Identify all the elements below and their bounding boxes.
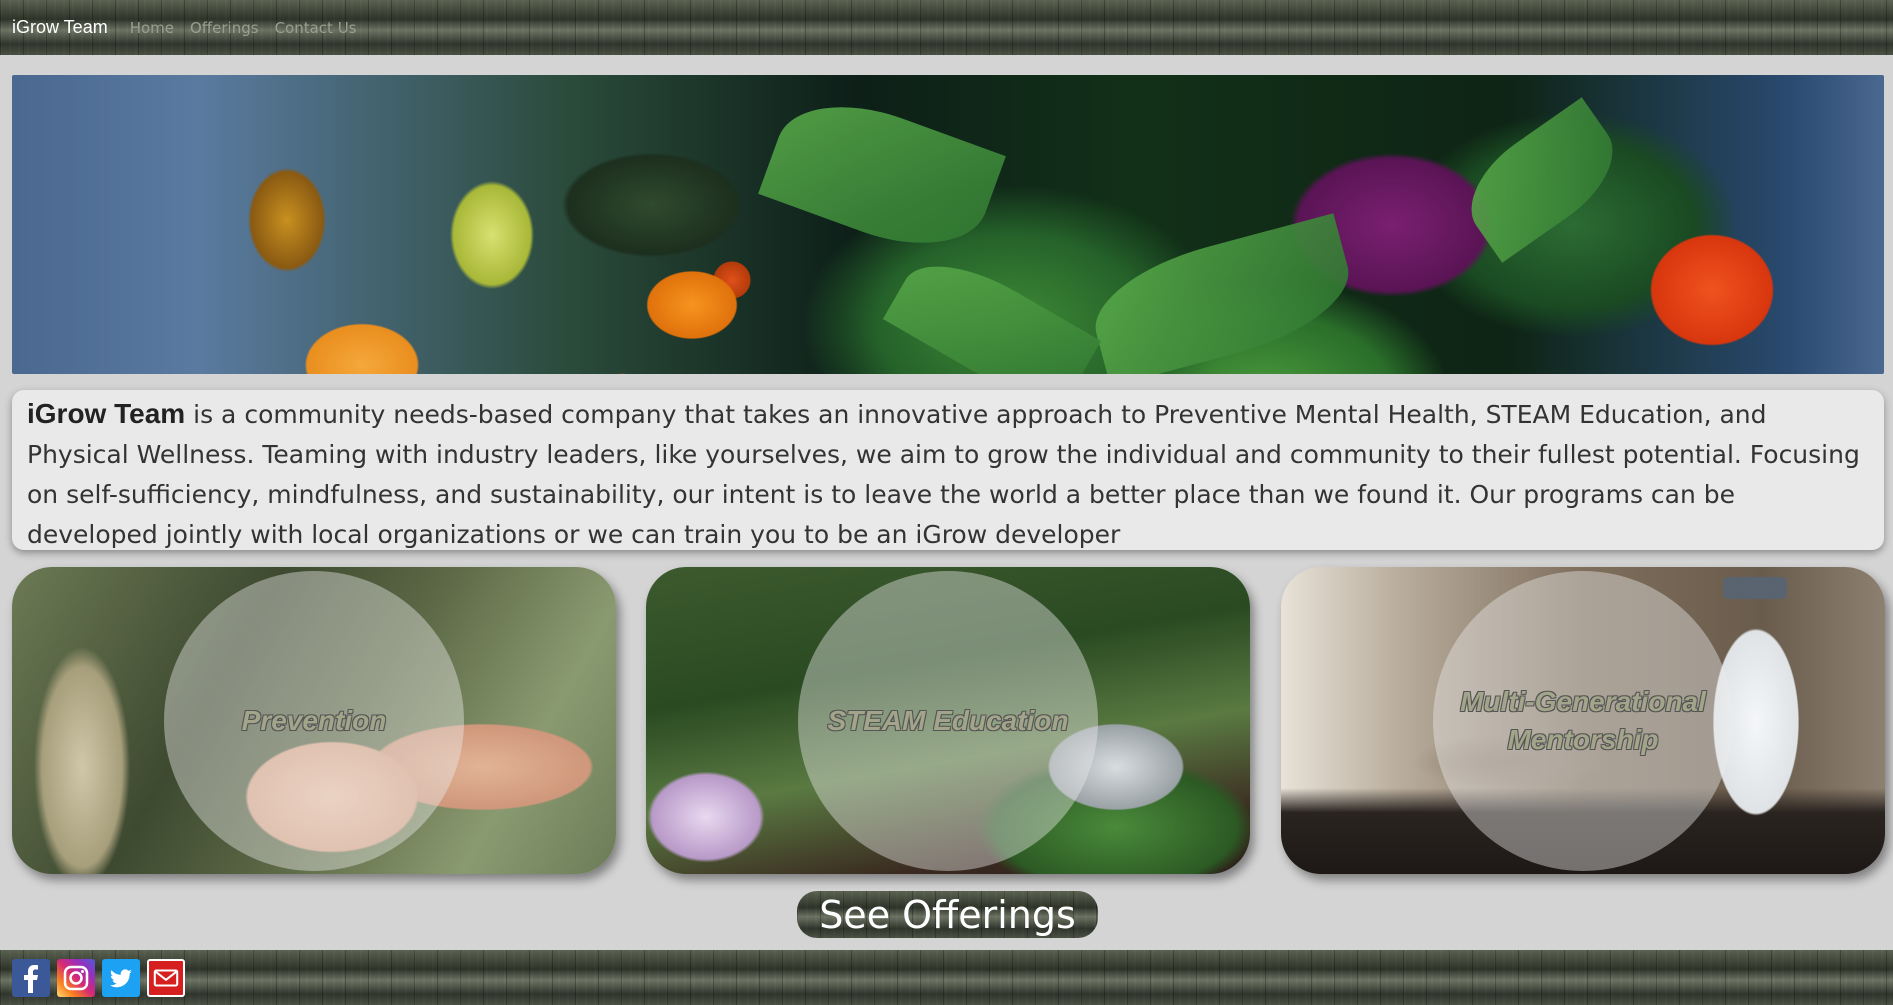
see-offerings-button[interactable]: See Offerings	[797, 891, 1098, 938]
leaf-shape	[1450, 97, 1634, 263]
hero-banner-image	[12, 75, 1884, 374]
card-steam-education[interactable]: STEAM Education	[646, 567, 1250, 874]
card-circle-overlay: Prevention	[164, 571, 464, 871]
navbar: iGrow Team Home Offerings Contact Us	[0, 0, 1893, 55]
milk-bottle-cap	[1723, 577, 1787, 599]
facebook-glyph	[24, 964, 38, 993]
footer	[0, 950, 1893, 1005]
nav-link-home[interactable]: Home	[130, 19, 174, 37]
instagram-glyph	[63, 965, 89, 990]
twitter-glyph	[110, 968, 132, 987]
card-circle-overlay: STEAM Education	[798, 571, 1098, 871]
nav-link-contact-us[interactable]: Contact Us	[275, 19, 357, 37]
twitter-icon[interactable]	[102, 958, 140, 997]
intro-text: iGrow Team is a community needs-based co…	[12, 390, 1884, 550]
intro-body: is a community needs-based company that …	[27, 400, 1860, 549]
card-title-mentorship: Multi-Generational Mentorship	[1460, 686, 1706, 755]
card-circle-overlay: Multi-Generational Mentorship	[1433, 571, 1733, 871]
card-title-steam-education: STEAM Education	[827, 705, 1069, 736]
instagram-icon[interactable]	[57, 958, 95, 997]
card-mentorship[interactable]: Multi-Generational Mentorship	[1281, 567, 1885, 874]
card-title-prevention: Prevention	[241, 705, 387, 736]
leaf-shape	[758, 80, 1006, 270]
email-icon[interactable]	[147, 958, 185, 997]
facebook-icon[interactable]	[12, 958, 50, 997]
intro-brand: iGrow Team	[27, 398, 186, 429]
envelope-glyph	[153, 969, 179, 986]
leaf-shape	[1082, 213, 1362, 374]
nav-link-offerings[interactable]: Offerings	[190, 19, 259, 37]
brand-link[interactable]: iGrow Team	[12, 17, 108, 38]
card-prevention[interactable]: Prevention	[12, 567, 616, 874]
leaf-shape	[882, 241, 1102, 374]
